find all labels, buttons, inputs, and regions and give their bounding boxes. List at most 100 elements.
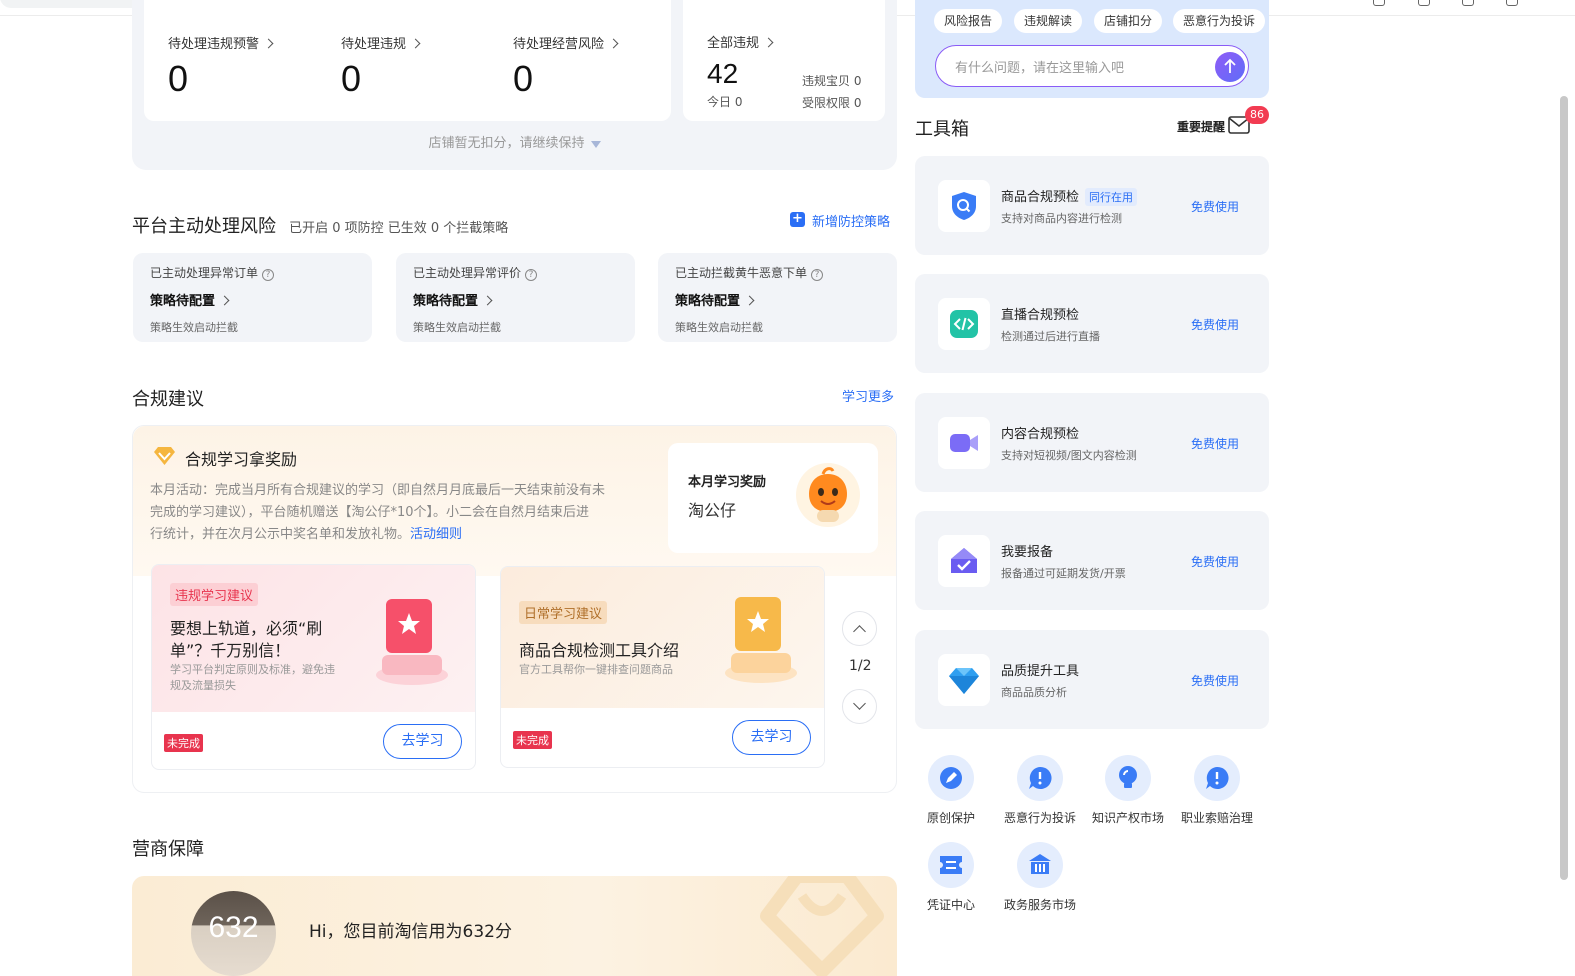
quick-icon-bg bbox=[1017, 842, 1063, 888]
stat-pending-warning[interactable]: 待处理违规预警 bbox=[168, 33, 274, 52]
quick-malicious-complaint[interactable]: 恶意行为投诉 bbox=[995, 755, 1085, 827]
risk-card-status-row[interactable]: 策略待配置 bbox=[150, 290, 230, 309]
book-illustration-icon bbox=[725, 597, 797, 683]
risk-card-title: 已主动处理异常订单 bbox=[150, 266, 259, 280]
no-deduction-text: 店铺暂无扣分，请继续保持 bbox=[428, 136, 585, 151]
question-icon[interactable]: ? bbox=[262, 269, 275, 281]
risk-card-orders[interactable]: 已主动处理异常订单? 策略待配置 策略生效启动拦截 bbox=[133, 253, 372, 342]
quick-gov-service-market[interactable]: 政务服务市场 bbox=[995, 842, 1085, 914]
quick-icon-bg bbox=[1017, 755, 1063, 801]
reward-title: 合规学习拿奖励 bbox=[185, 450, 298, 469]
ai-question-input[interactable]: 有什么问题，请在这里输入吧 bbox=[935, 45, 1249, 87]
pen-icon bbox=[940, 767, 962, 789]
tool-card-live-check[interactable]: 直播合规预检 检测通过后进行直播 免费使用 bbox=[915, 274, 1269, 373]
free-use-link[interactable]: 免费使用 bbox=[1191, 553, 1239, 570]
status-badge: 未完成 bbox=[513, 731, 552, 749]
chevron-right-icon bbox=[219, 295, 230, 306]
free-use-link[interactable]: 免费使用 bbox=[1191, 672, 1239, 689]
free-use-link[interactable]: 免费使用 bbox=[1191, 198, 1239, 215]
caret-down-icon bbox=[590, 141, 601, 148]
tool-card-quality[interactable]: 品质提升工具 商品品质分析 免费使用 bbox=[915, 630, 1269, 729]
stat-label: 待处理违规 bbox=[341, 37, 407, 52]
quick-ip-market[interactable]: 知识产权市场 bbox=[1083, 755, 1173, 827]
extension-icon[interactable] bbox=[1418, 0, 1430, 6]
diamond-badge-icon bbox=[154, 447, 175, 465]
reminder-count-badge: 86 bbox=[1245, 106, 1269, 124]
pending-stats-card bbox=[144, 0, 671, 121]
rules-link[interactable]: 活动细则 bbox=[410, 527, 462, 542]
book-illustration-icon bbox=[376, 599, 448, 685]
card-title: 商品合规检测工具介绍 bbox=[519, 637, 679, 661]
stat-value: 0 bbox=[341, 58, 362, 99]
stat-label: 待处理经营风险 bbox=[513, 37, 605, 52]
tool-icon-box bbox=[938, 417, 990, 469]
status-badge: 未完成 bbox=[164, 734, 203, 752]
page-scrollbar[interactable] bbox=[1560, 96, 1568, 880]
learning-card-violation[interactable]: 违规学习建议 要想上轨道，必须“刷 单”？千万别信！ 学习平台判定原则及标准，避… bbox=[151, 564, 476, 770]
learn-more-link[interactable]: 学习更多 bbox=[842, 386, 894, 405]
risk-card-status-row[interactable]: 策略待配置 bbox=[413, 290, 493, 309]
stat-pending-risk[interactable]: 待处理经营风险 bbox=[513, 33, 619, 52]
video-camera-icon bbox=[950, 434, 978, 452]
extension-icon[interactable] bbox=[1506, 0, 1518, 6]
card-tag: 违规学习建议 bbox=[170, 583, 259, 606]
tool-card-content-check[interactable]: 内容合规预检 支持对短视频/图文内容检测 免费使用 bbox=[915, 393, 1269, 492]
merchant-title: 营商保障 bbox=[132, 839, 204, 860]
go-learn-button[interactable]: 去学习 bbox=[383, 724, 462, 759]
quick-label: 恶意行为投诉 bbox=[1003, 811, 1076, 825]
tool-card-product-check[interactable]: 商品合规预检 同行在用 支持对商品内容进行检测 免费使用 bbox=[915, 156, 1269, 255]
mascot-doll-icon bbox=[796, 463, 860, 527]
no-deduction-toggle[interactable]: 店铺暂无扣分，请继续保持 bbox=[132, 132, 897, 151]
stat-pending-violation[interactable]: 待处理违规 bbox=[341, 33, 421, 52]
quick-claim-governance[interactable]: 职业索赔治理 bbox=[1172, 755, 1262, 827]
diamond-icon bbox=[949, 668, 979, 694]
tool-desc: 商品品质分析 bbox=[1001, 686, 1067, 699]
total-value: 42 bbox=[707, 58, 739, 89]
code-icon bbox=[950, 310, 978, 338]
total-label: 全部违规 bbox=[707, 36, 760, 51]
tool-card-report[interactable]: 我要报备 报备通过可延期发货/开票 免费使用 bbox=[915, 511, 1269, 610]
risk-card-title-row: 已主动拦截黄牛恶意下单? bbox=[675, 264, 824, 281]
free-use-link[interactable]: 免费使用 bbox=[1191, 316, 1239, 333]
ai-chip-malicious-complaint[interactable]: 恶意行为投诉 bbox=[1173, 9, 1266, 33]
pager-up-button[interactable] bbox=[842, 611, 877, 646]
extension-icon[interactable] bbox=[1373, 0, 1385, 6]
extension-icon[interactable] bbox=[1462, 0, 1474, 6]
tag-watermark-icon bbox=[760, 876, 884, 976]
quick-original-protection[interactable]: 原创保护 bbox=[906, 755, 996, 827]
alert-bubble-icon bbox=[1206, 766, 1229, 789]
risk-section-header: 平台主动处理风险 已开启 0 项防控 已生效 0 个拦截策略 bbox=[132, 212, 508, 238]
risk-card-status: 策略待配置 bbox=[675, 294, 741, 309]
desc-line: 本月活动：完成当月所有合规建议的学习（即自然月月底最后一天结束前没有未 bbox=[150, 483, 606, 498]
learning-card-daily[interactable]: 日常学习建议 商品合规检测工具介绍 官方工具帮你一键排查问题商品 未完成 去学习 bbox=[500, 566, 825, 768]
risk-card-status-row[interactable]: 策略待配置 bbox=[675, 290, 755, 309]
question-icon[interactable]: ? bbox=[811, 269, 824, 281]
risk-card-scalpers[interactable]: 已主动拦截黄牛恶意下单? 策略待配置 策略生效启动拦截 bbox=[658, 253, 897, 342]
desc-line: 完成的学习建议），平台随机赠送【淘公仔*10个】。小二会在自然月结束后进 bbox=[150, 505, 590, 520]
tool-name: 我要报备 bbox=[1001, 545, 1054, 560]
chevron-right-icon bbox=[482, 295, 493, 306]
desc-line-last: 行统计，并在次月公示中奖名单和发放礼物。活动细则 bbox=[150, 524, 650, 546]
ticket-icon bbox=[940, 856, 962, 874]
violation-items-count: 违规宝贝 0 bbox=[802, 74, 862, 88]
ai-chip-store-deduction[interactable]: 店铺扣分 bbox=[1094, 9, 1163, 33]
tool-name-row: 商品合规预检 同行在用 bbox=[1001, 186, 1138, 206]
total-violation-link[interactable]: 全部违规 bbox=[707, 32, 774, 51]
quick-label: 凭证中心 bbox=[926, 898, 975, 912]
question-icon[interactable]: ? bbox=[525, 269, 538, 281]
credit-score-value: 632 bbox=[208, 911, 259, 944]
ai-chip-violation-explain[interactable]: 违规解读 bbox=[1014, 9, 1083, 33]
pager-down-button[interactable] bbox=[842, 689, 877, 724]
chevron-right-icon bbox=[744, 295, 755, 306]
ai-chip-risk-report[interactable]: 风险报告 bbox=[934, 9, 1003, 33]
quick-voucher-center[interactable]: 凭证中心 bbox=[906, 842, 996, 914]
section-title: 平台主动处理风险 bbox=[132, 216, 276, 237]
send-button[interactable] bbox=[1215, 52, 1245, 82]
add-strategy-label: 新增防控策略 bbox=[812, 215, 891, 230]
reward-description: 本月活动：完成当月所有合规建议的学习（即自然月月底最后一天结束前没有未 完成的学… bbox=[150, 480, 650, 546]
go-learn-button[interactable]: 去学习 bbox=[732, 720, 811, 755]
important-reminder-label[interactable]: 重要提醒 bbox=[1177, 118, 1225, 135]
risk-card-reviews[interactable]: 已主动处理异常评价? 策略待配置 策略生效启动拦截 bbox=[396, 253, 635, 342]
card-tag: 日常学习建议 bbox=[519, 601, 608, 624]
free-use-link[interactable]: 免费使用 bbox=[1191, 435, 1239, 452]
